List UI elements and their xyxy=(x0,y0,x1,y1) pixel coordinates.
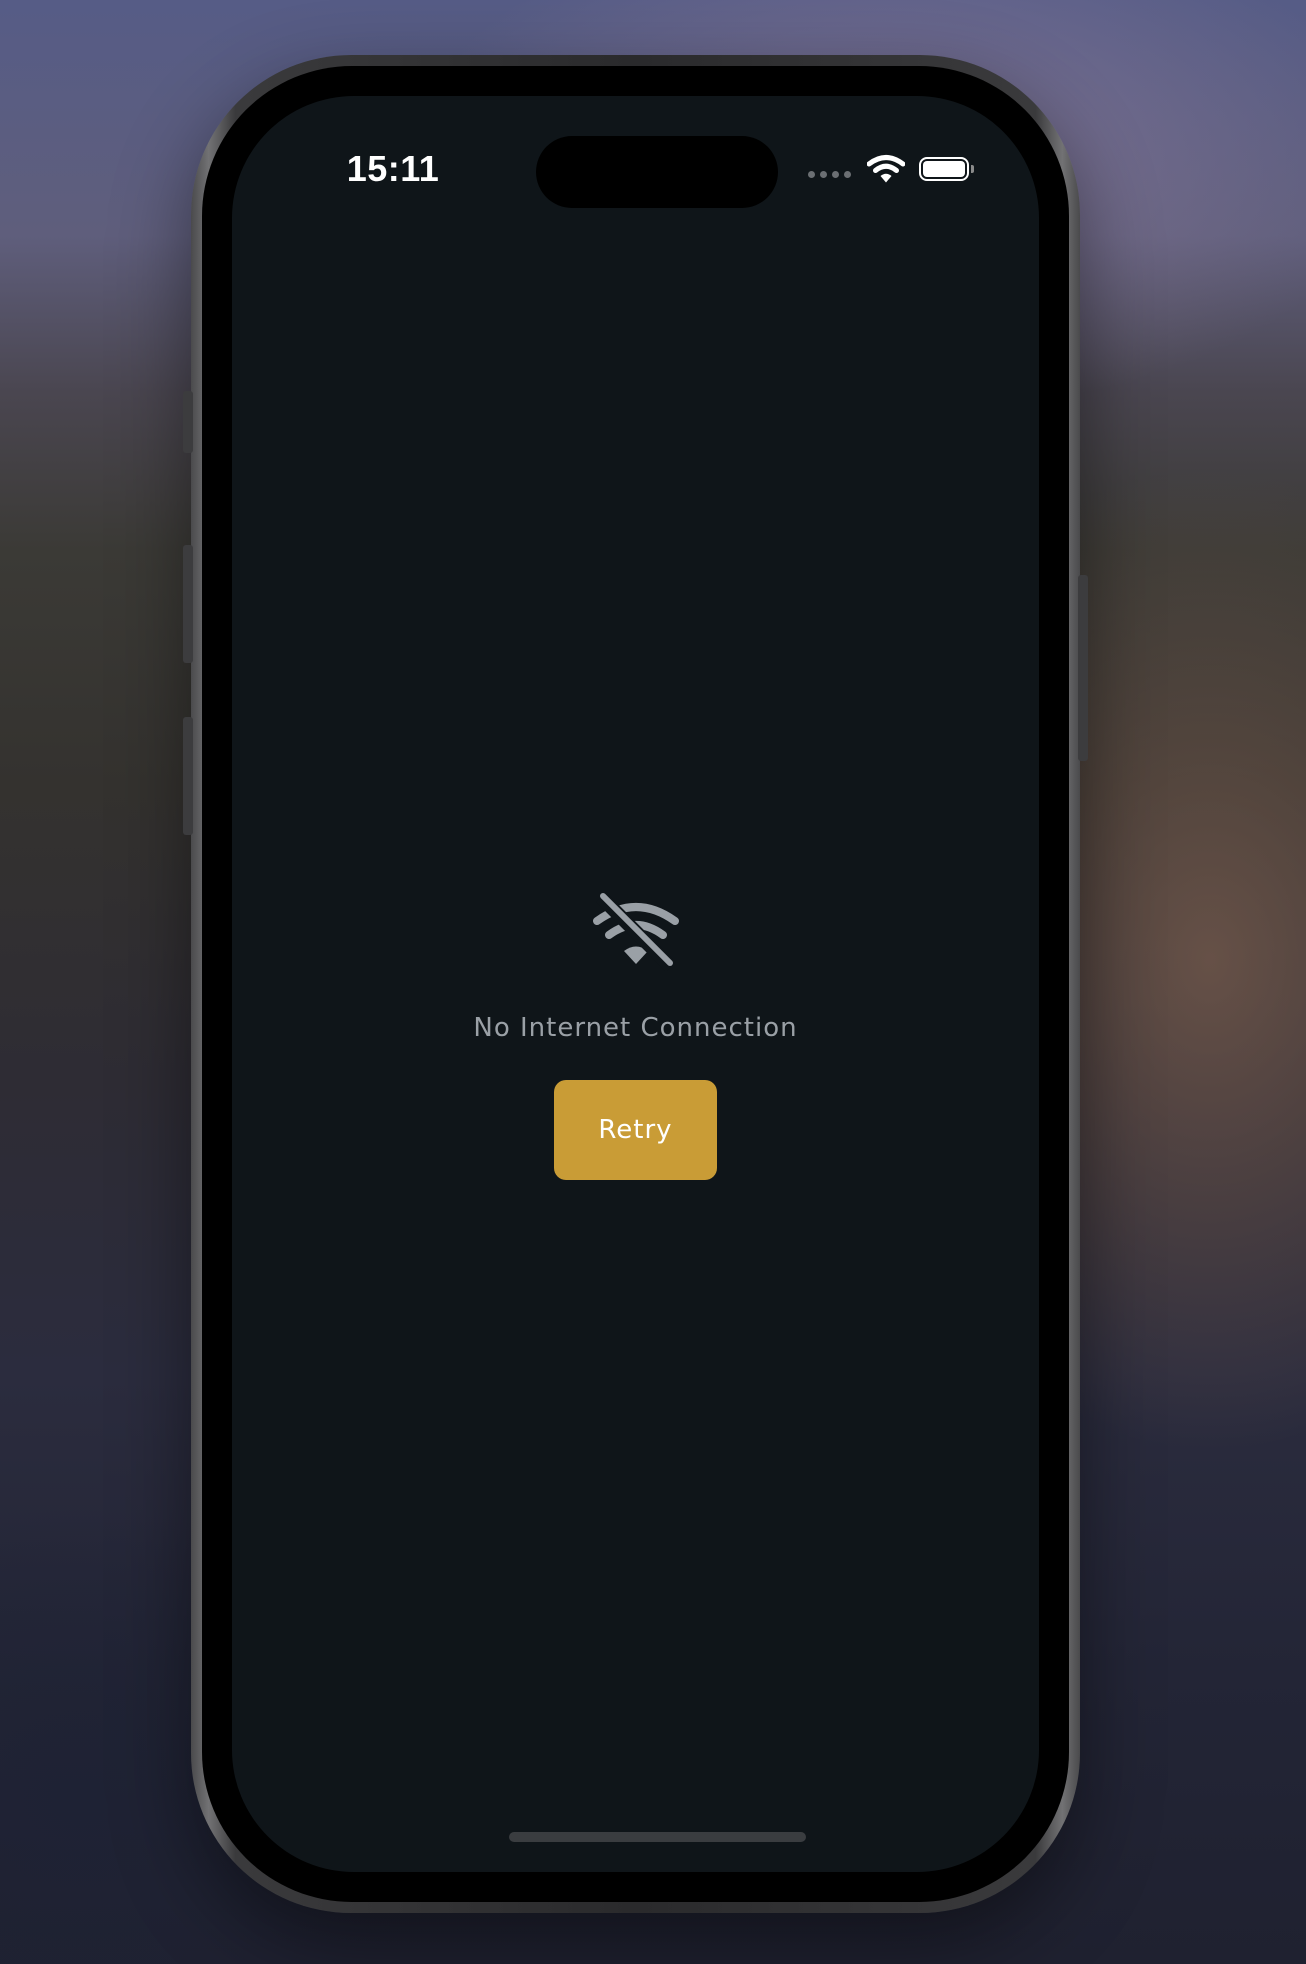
retry-button[interactable]: Retry xyxy=(554,1080,717,1180)
status-icons xyxy=(808,152,974,186)
offline-state: No Internet Connection Retry xyxy=(232,891,1039,1180)
bezel: 15:11 No Internet Connection Retry xyxy=(202,66,1069,1902)
dynamic-island xyxy=(536,136,778,208)
status-time: 15:11 xyxy=(346,148,440,189)
wifi-icon xyxy=(867,155,905,183)
volume-up-button xyxy=(183,545,193,663)
wifi-off-icon xyxy=(592,892,679,971)
cellular-signal-icon xyxy=(808,170,851,178)
no-connection-message: No Internet Connection xyxy=(473,1013,798,1043)
phone-frame: 15:11 No Internet Connection Retry xyxy=(183,55,1088,1913)
home-indicator[interactable] xyxy=(509,1832,806,1842)
app-screen: 15:11 No Internet Connection Retry xyxy=(232,96,1039,1872)
action-button xyxy=(183,391,193,453)
volume-down-button xyxy=(183,717,193,835)
power-button xyxy=(1078,575,1088,761)
battery-icon xyxy=(919,157,974,181)
